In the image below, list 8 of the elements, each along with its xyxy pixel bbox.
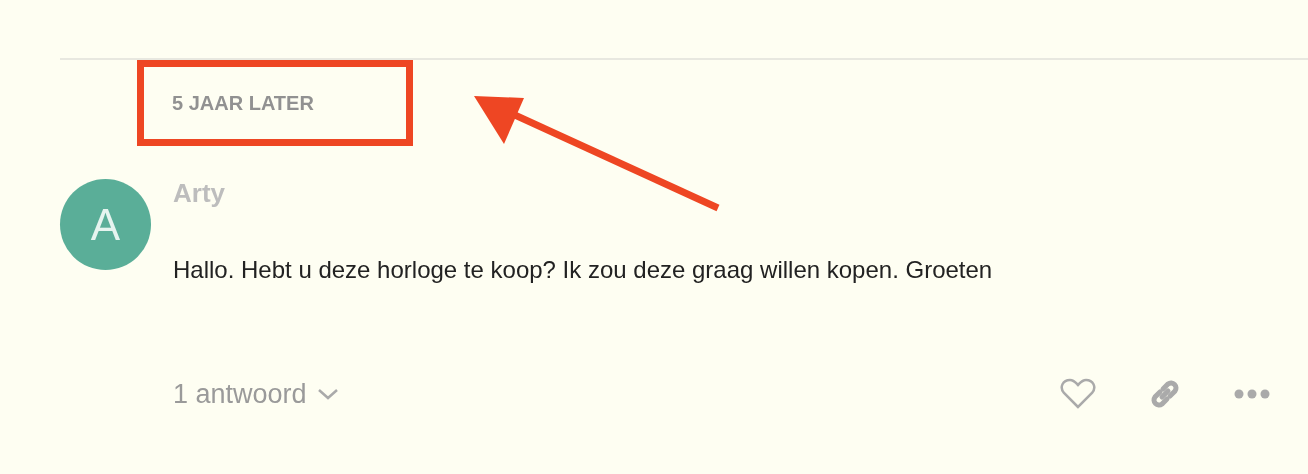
avatar: A <box>60 179 151 270</box>
time-gap-label: 5 JAAR LATER <box>172 92 314 115</box>
chevron-down-icon <box>316 387 339 401</box>
heart-icon[interactable] <box>1060 378 1096 410</box>
replies-toggle[interactable]: 1 antwoord <box>173 378 339 410</box>
more-icon[interactable] <box>1234 389 1270 399</box>
author-name[interactable]: Arty <box>173 178 993 209</box>
comment-text: Hallo. Hebt u deze horloge te koop? Ik zou deze graag willen kopen. Groeten <box>173 256 993 284</box>
